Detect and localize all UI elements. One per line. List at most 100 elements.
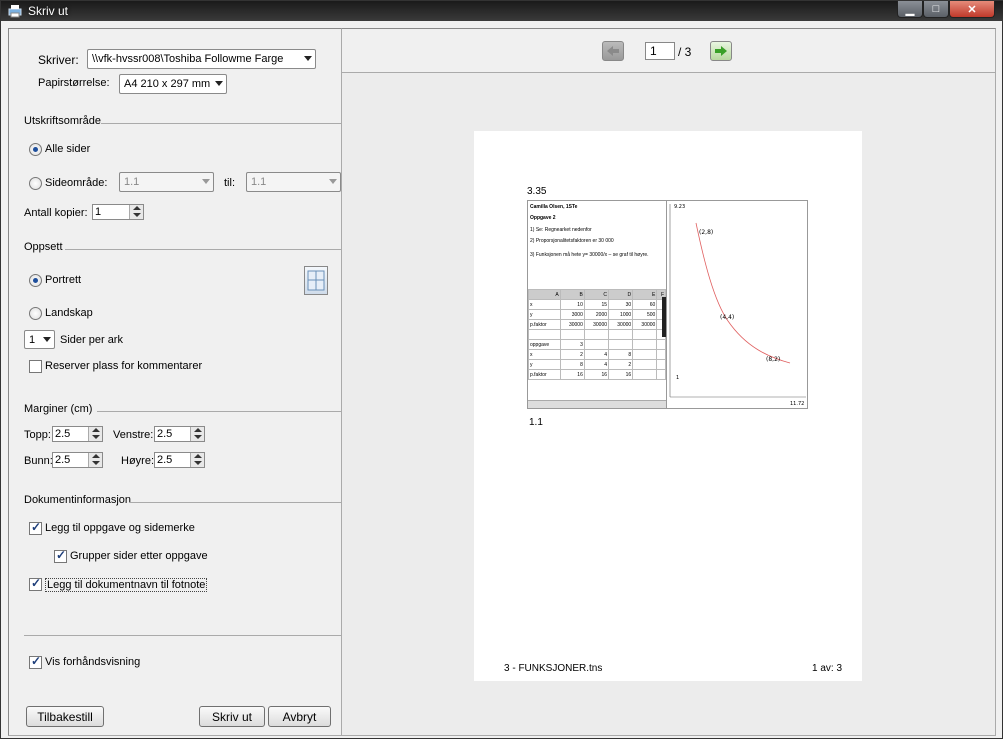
chevron-down-icon <box>215 81 223 86</box>
divider <box>65 249 341 250</box>
arrow-left-icon <box>607 46 619 56</box>
table-cell <box>583 329 610 340</box>
paper-size-label: Papirstørrelse: <box>38 77 110 89</box>
range-to-select[interactable]: 1.1 <box>246 172 341 192</box>
pages-per-sheet-select[interactable]: 1 <box>24 330 55 349</box>
maximize-icon: □ <box>932 3 940 15</box>
page-layout-icon[interactable] <box>304 266 328 295</box>
table-cell: 3000 <box>559 309 585 320</box>
minimize-icon: ▁ <box>905 3 915 16</box>
printer-label: Skriver: <box>38 53 79 67</box>
table-cell: 8 <box>608 349 634 360</box>
table-row: p.faktor 16 16 16 <box>528 369 666 380</box>
horizontal-scrollbar[interactable] <box>528 400 666 408</box>
margin-bottom-label: Bunn: <box>24 455 53 467</box>
margin-bottom-spinner[interactable]: 2.5 <box>52 452 103 468</box>
spinner-buttons[interactable] <box>190 453 204 467</box>
next-page-button[interactable] <box>710 41 732 61</box>
arrow-up-icon <box>133 206 141 210</box>
arrow-up-icon <box>92 454 100 458</box>
margin-right-spinner[interactable]: 2.5 <box>154 452 205 468</box>
add-docname-label: Legg til dokumentnavn til fotnote <box>45 578 208 592</box>
copies-spinner[interactable]: 1 <box>92 204 144 220</box>
pages-per-sheet-value: 1 <box>29 333 36 346</box>
table-cell: 2000 <box>583 309 610 320</box>
table-cell <box>608 329 634 340</box>
range-from-select[interactable]: 1.1 <box>119 172 214 192</box>
paper-size-select[interactable]: A4 210 x 297 mm <box>119 74 227 94</box>
group-pages-label: Grupper sider etter oppgave <box>70 550 208 562</box>
table-cell <box>583 339 610 350</box>
table-cell <box>656 359 666 370</box>
margin-top-spinner[interactable]: 2.5 <box>52 426 103 442</box>
spinner-buttons[interactable] <box>129 205 143 219</box>
table-cell: 4 <box>583 349 610 360</box>
table-cell: 30 <box>608 299 634 310</box>
point-label: (4,4) <box>720 314 734 321</box>
table-cell <box>656 339 666 350</box>
close-button[interactable]: ✕ <box>949 1 995 18</box>
previous-page-button[interactable] <box>602 41 624 61</box>
margin-left-spinner[interactable]: 2.5 <box>154 426 205 442</box>
show-preview-label: Vis forhåndsvisning <box>45 656 141 668</box>
notes-line: 2) Proporsjonalitetsfaktoren er 30 000 <box>530 238 614 244</box>
printer-app-icon <box>8 5 22 18</box>
table-header-row: A B C D E F <box>528 289 666 300</box>
landscape-radio[interactable] <box>29 307 42 320</box>
table-row: y842 <box>528 359 666 370</box>
table-cell: 30000 <box>608 319 634 330</box>
table-cell: 3 <box>559 339 585 350</box>
range-to-label: til: <box>224 177 235 189</box>
spinner-buttons[interactable] <box>88 427 102 441</box>
page-range-radio[interactable] <box>29 177 42 190</box>
margin-bottom-value: 2.5 <box>55 454 71 466</box>
group-pages-checkbox[interactable] <box>54 548 67 563</box>
add-docname-checkbox[interactable] <box>29 576 42 591</box>
show-preview-checkbox[interactable] <box>29 654 42 669</box>
function-graph: (2,8) (4,4) (8,2) 9.23 11.72 1 <box>669 204 806 407</box>
reserve-comments-checkbox[interactable] <box>29 360 42 373</box>
add-problem-checkbox[interactable] <box>29 520 42 535</box>
arrow-up-icon <box>194 428 202 432</box>
table-row: x248 <box>528 349 666 360</box>
axis-label: 1 <box>676 375 679 381</box>
notes-line: 3) Funksjonen må hete y= 30000/x – se gr… <box>530 252 649 258</box>
point-label: (2,8) <box>699 229 713 236</box>
divider <box>101 123 341 124</box>
cancel-button[interactable]: Avbryt <box>268 706 331 727</box>
window-title: Skriv ut <box>28 4 69 18</box>
spinner-buttons[interactable] <box>190 427 204 441</box>
page-number-input[interactable]: 1 <box>645 42 675 60</box>
copies-value: 1 <box>95 206 102 218</box>
arrow-down-icon <box>92 461 100 465</box>
maximize-button[interactable]: □ <box>923 1 949 18</box>
arrow-down-icon <box>194 435 202 439</box>
printer-select[interactable]: \\vfk-hvssr008\Toshiba Followme Farge <box>87 49 316 69</box>
table-row: p.faktor 30000 30000 30000 30000 <box>528 319 666 330</box>
table-cell: 30000 <box>583 319 610 330</box>
table-cell <box>632 359 658 370</box>
table-cell: 2 <box>559 349 585 360</box>
table-cell: 10 <box>559 299 585 310</box>
margins-group-label: Marginer (cm) <box>24 403 93 415</box>
title-bar: Skriv ut ▁ □ ✕ <box>1 1 1003 21</box>
axis-label: 11.72 <box>790 401 804 407</box>
table-cell: 15 <box>583 299 610 310</box>
margin-top-value: 2.5 <box>55 428 71 440</box>
print-button[interactable]: Skriv ut <box>199 706 265 727</box>
vertical-scrollbar[interactable] <box>662 297 666 337</box>
table-cell <box>608 339 634 350</box>
all-pages-radio[interactable] <box>29 143 42 156</box>
range-from-value: 1.1 <box>124 176 140 188</box>
page-range-label: Sideområde: <box>45 177 108 189</box>
paper-size-value: A4 210 x 297 mm <box>124 78 211 90</box>
margin-left-label: Venstre: <box>113 429 154 441</box>
arrow-down-icon <box>92 435 100 439</box>
table-cell: 30000 <box>559 319 585 330</box>
reset-button[interactable]: Tilbakestill <box>26 706 104 727</box>
minimize-button[interactable]: ▁ <box>897 1 923 18</box>
portrait-radio[interactable] <box>29 274 42 287</box>
table-cell: oppgave <box>528 339 561 350</box>
spinner-buttons[interactable] <box>88 453 102 467</box>
table-cell: p.faktor <box>528 369 561 380</box>
